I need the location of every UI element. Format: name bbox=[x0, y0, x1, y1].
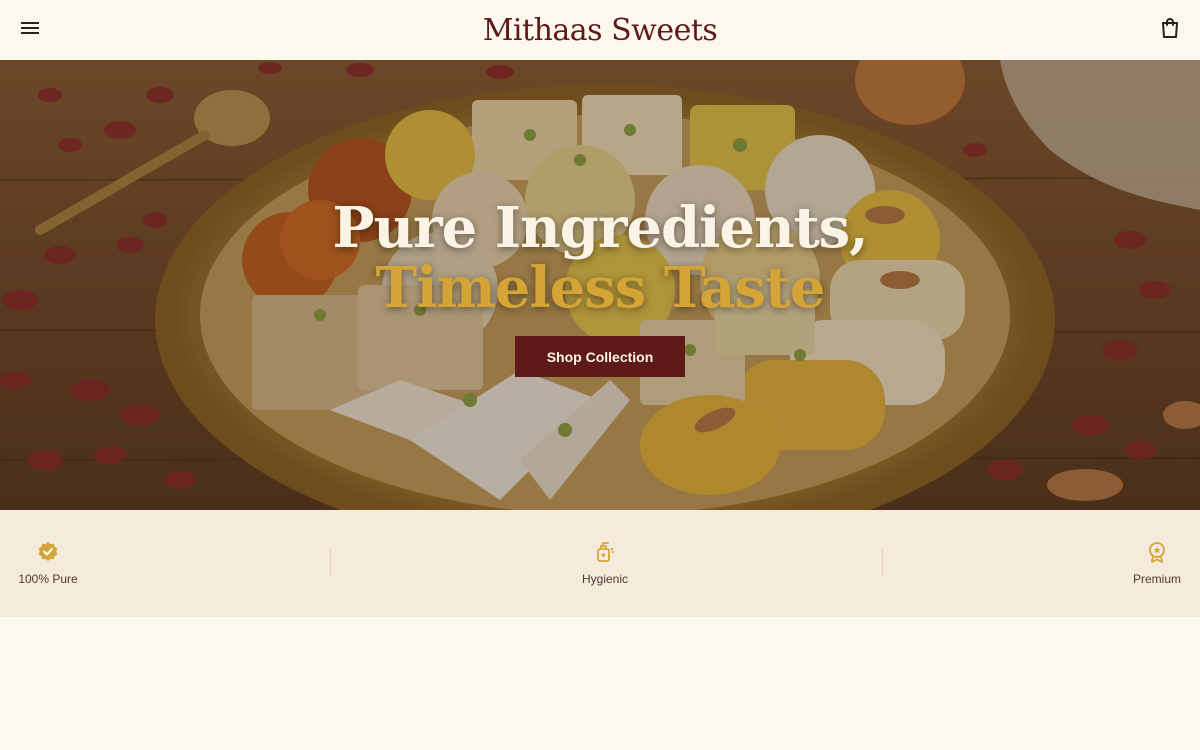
feature-label: Premium bbox=[1132, 572, 1181, 586]
hero-heading-line2: Timeless Taste bbox=[375, 255, 826, 321]
feature-pure: 100% Pure bbox=[8, 540, 88, 586]
hero-heading-line1: Pure Ingredients, bbox=[332, 195, 868, 261]
feature-divider bbox=[330, 548, 331, 576]
hero-banner: Pure Ingredients, Timeless Taste Shop Co… bbox=[0, 60, 1200, 510]
verified-badge-icon bbox=[36, 540, 60, 564]
feature-premium: Premium bbox=[1122, 540, 1192, 586]
feature-label: Hygienic bbox=[581, 572, 629, 586]
shop-collection-button[interactable]: Shop Collection bbox=[515, 336, 685, 377]
feature-divider bbox=[882, 548, 883, 576]
hamburger-menu-icon[interactable] bbox=[14, 12, 46, 44]
sanitizer-bottle-icon bbox=[593, 540, 617, 564]
shopping-bag-icon[interactable] bbox=[1154, 12, 1186, 44]
features-strip: 100% Pure Hygienic Premium bbox=[0, 510, 1200, 617]
award-ribbon-icon bbox=[1145, 540, 1169, 564]
site-header: Mithaas Sweets bbox=[0, 0, 1200, 60]
brand-logo[interactable]: Mithaas Sweets bbox=[483, 13, 718, 48]
feature-hygienic: Hygienic bbox=[560, 540, 650, 586]
feature-label: 100% Pure bbox=[18, 572, 78, 586]
